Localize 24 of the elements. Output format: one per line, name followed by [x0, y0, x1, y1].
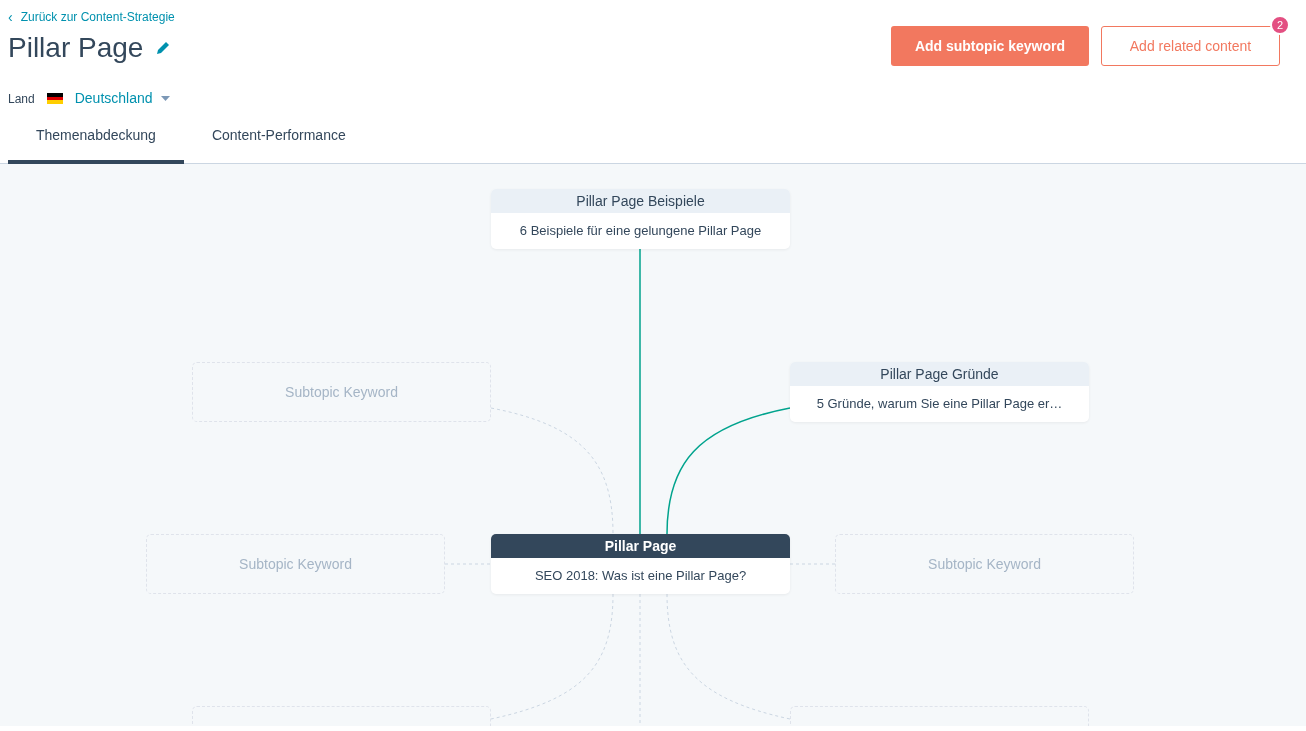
card-title: 5 Gründe, warum Sie eine Pillar Page er… [815, 395, 1064, 414]
pencil-icon[interactable] [155, 40, 172, 56]
chevron-left-icon: ‹ [8, 10, 13, 24]
card-header: Pillar Page Beispiele [491, 189, 790, 213]
caret-icon [160, 96, 170, 101]
keyword-placeholder[interactable]: Subtopic Keyword [835, 534, 1134, 594]
country-label: Land [8, 90, 35, 108]
card-header: Pillar Page Gründe [790, 362, 1089, 386]
tab[interactable]: Content-Performance [183, 121, 374, 164]
card-title: 6 Beispiele für eine gelungene Pillar Page [518, 222, 763, 241]
german-flag-icon [46, 93, 63, 104]
keyword-placeholder[interactable]: Subtopic Keyword [146, 534, 445, 594]
back-link-label[interactable]: Zurück zur Content-Strategie [20, 8, 175, 26]
country-dropdown[interactable]: Deutschland [74, 88, 170, 109]
topic-card[interactable]: Pillar Page Gründe 5 Gründe, warum Sie eine Pillar Page er… [790, 362, 1089, 422]
page-title: Pillar Page [8, 31, 144, 65]
add-keyword-button[interactable]: Add subtopic keyword [890, 26, 1089, 66]
count-badge: 2 [1270, 15, 1290, 35]
topic-card[interactable]: Pillar Page Beispiele 6 Beispiele für eine gelungene Pillar Page [491, 189, 790, 249]
card-header: Pillar Page [491, 534, 790, 558]
keyword-placeholder[interactable]: Subtopic Keyword [192, 362, 491, 422]
card-title: SEO 2018: Was ist eine Pillar Page? [533, 567, 748, 586]
back-link[interactable]: ‹ Zurück zur Content-Strategie [8, 8, 175, 26]
pillar-card[interactable]: Pillar Page SEO 2018: Was ist eine Pillar Page? [491, 534, 790, 594]
